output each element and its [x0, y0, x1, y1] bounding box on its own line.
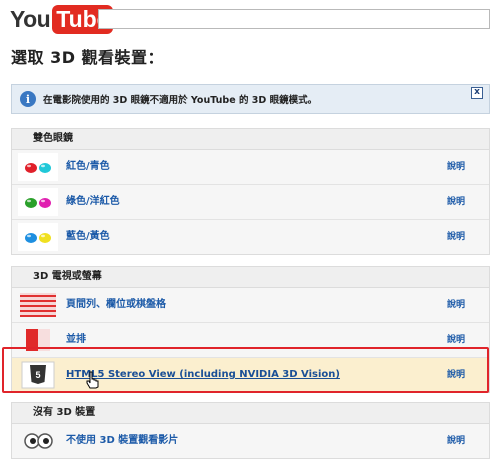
list-item-label: 綠色/洋紅色 [66, 196, 120, 207]
help-link[interactable]: 說明 [447, 185, 465, 219]
highlight-outline [2, 347, 489, 393]
hand-cursor-icon [86, 371, 99, 389]
interlaced-stripes-icon [20, 293, 56, 317]
section-no-3d: 沒有 3D 裝置 不使用 3D 裝置觀看影片 說明 [11, 402, 490, 459]
list-item-label: 不使用 3D 裝置觀看影片 [66, 435, 179, 446]
list-item-label: 紅色/青色 [66, 161, 110, 172]
close-icon[interactable]: x [471, 87, 483, 99]
list-item-green-magenta[interactable]: 綠色/洋紅色 說明 [12, 185, 489, 220]
blue-yellow-glasses-icon [18, 223, 58, 251]
list-item-red-cyan[interactable]: 紅色/青色 說明 [12, 150, 489, 185]
help-link[interactable]: 說明 [447, 424, 465, 458]
help-link[interactable]: 說明 [447, 220, 465, 254]
header: You Tube [0, 0, 500, 38]
notice-banner: i 在電影院使用的 3D 眼鏡不適用於 YouTube 的 3D 眼鏡模式。 x [11, 84, 490, 114]
section-anaglyph: 雙色眼鏡 紅色/青色 說明 綠色/洋紅色 說明 藍色/黃色 說明 [11, 128, 490, 255]
list-item-label: 頁間列、欄位或棋盤格 [66, 299, 166, 310]
list-item-no-3d[interactable]: 不使用 3D 裝置觀看影片 說明 [12, 424, 489, 458]
eyes-icon [24, 433, 53, 449]
search-input[interactable] [98, 9, 490, 29]
section-heading: 3D 電視或螢幕 [12, 267, 489, 288]
info-icon: i [20, 91, 36, 107]
help-link[interactable]: 說明 [447, 150, 465, 184]
page-title: 選取 3D 觀看裝置： [11, 48, 165, 67]
green-magenta-glasses-icon [18, 188, 58, 216]
list-item-interlaced[interactable]: 頁間列、欄位或棋盤格 說明 [12, 288, 489, 323]
help-link[interactable]: 說明 [447, 288, 465, 322]
notice-text: 在電影院使用的 3D 眼鏡不適用於 YouTube 的 3D 眼鏡模式。 [43, 95, 318, 106]
section-heading: 雙色眼鏡 [12, 129, 489, 150]
logo-you: You [10, 5, 51, 32]
list-item-label: 藍色/黃色 [66, 231, 110, 242]
section-heading: 沒有 3D 裝置 [12, 403, 489, 424]
red-cyan-glasses-icon [18, 153, 58, 181]
list-item-blue-yellow[interactable]: 藍色/黃色 說明 [12, 220, 489, 254]
